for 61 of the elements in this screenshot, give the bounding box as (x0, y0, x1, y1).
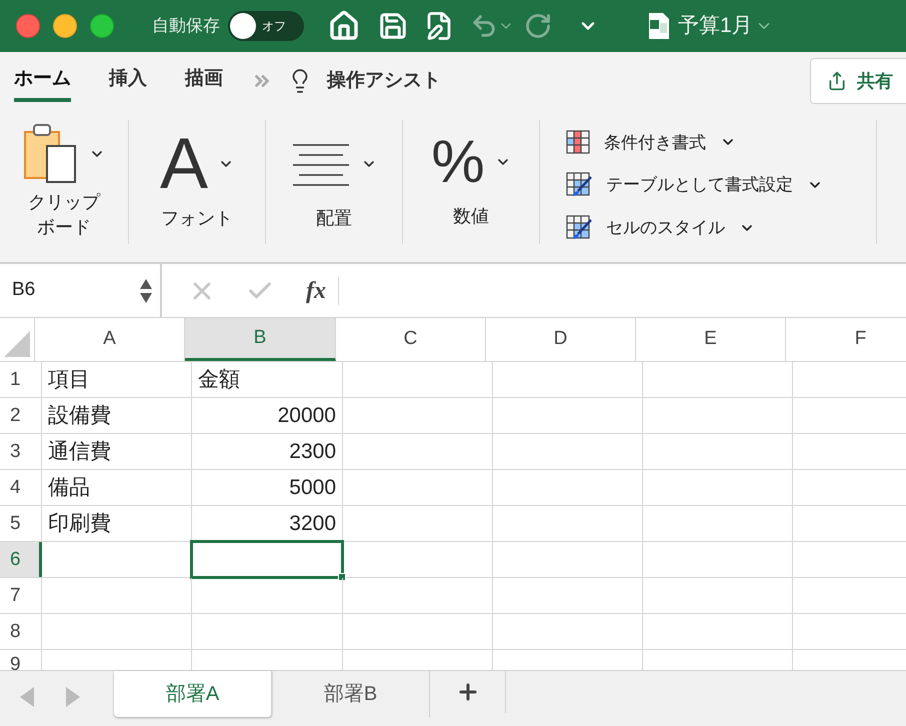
table-cell-text: 項目 (48, 366, 90, 393)
table-cell-text: 通信費 (48, 438, 111, 465)
home-icon[interactable] (328, 10, 360, 42)
share-icon (827, 71, 847, 91)
table-cell-text: 備品 (48, 474, 90, 501)
column-header[interactable]: B (185, 318, 336, 361)
previous-sheet-icon[interactable] (20, 687, 34, 707)
ribbon-group-button[interactable]: A フォント (129, 120, 265, 244)
sheet-tab[interactable]: 部署A (114, 671, 272, 717)
ribbon-group-button[interactable]: クリップボード (0, 120, 128, 244)
autosave-toggle[interactable]: オフ (228, 11, 304, 41)
ribbon-group-button[interactable]: % 数値 (403, 120, 539, 244)
share-button[interactable]: 共有 (810, 58, 906, 104)
row-header[interactable]: 7 (0, 578, 42, 613)
column-header[interactable]: C (336, 318, 486, 361)
row-header[interactable]: 3 (0, 434, 42, 469)
row-header[interactable]: 1 (0, 362, 42, 397)
ribbon-tab[interactable]: 挿入 (109, 60, 147, 102)
table-cell-text: 3200 (289, 510, 336, 537)
column-header[interactable]: F (786, 318, 906, 361)
percent-glyph-icon: % (431, 132, 485, 192)
cell-brush-icon (566, 214, 592, 241)
style-command[interactable]: セルのスタイル (566, 211, 876, 244)
ribbon-group-button[interactable]: 配置 (266, 120, 402, 244)
style-command[interactable]: 条件付き書式 (566, 126, 876, 159)
close-window-button[interactable] (16, 14, 40, 38)
row-header[interactable]: 6 (0, 542, 42, 577)
document-title: 予算1月 (678, 13, 753, 40)
minimize-window-button[interactable] (53, 14, 77, 38)
down-triangle-icon[interactable] (140, 292, 152, 302)
ribbon-tab[interactable]: 描画 (185, 60, 223, 102)
style-command[interactable]: テーブルとして書式設定 (566, 168, 876, 202)
next-sheet-icon[interactable] (66, 687, 80, 707)
table-cell-text: 設備費 (48, 402, 111, 429)
align-center-icon (291, 141, 351, 187)
row-header[interactable]: 4 (0, 470, 42, 505)
table-cell-text: 印刷費 (48, 510, 111, 537)
up-triangle-icon[interactable] (140, 278, 152, 288)
table-cell-text: 金額 (198, 366, 240, 393)
table-cell-text: 5000 (289, 474, 336, 501)
row-header[interactable]: 5 (0, 506, 42, 541)
insert-function-button[interactable]: fx (306, 272, 326, 308)
column-header[interactable]: E (636, 318, 786, 361)
table-brush-icon (566, 172, 592, 198)
row-header[interactable]: 2 (0, 398, 42, 433)
column-header[interactable]: D (486, 318, 636, 361)
tell-me-search[interactable]: 操作アシスト (327, 66, 441, 96)
ribbon-tab[interactable]: ホーム (14, 60, 71, 102)
active-cell-cursor[interactable] (190, 540, 344, 579)
font-glyph-icon: A (160, 128, 208, 200)
sheet-tab[interactable]: 部署B (272, 671, 430, 717)
row-header[interactable]: 8 (0, 614, 42, 649)
zoom-window-button[interactable] (90, 14, 114, 38)
redo-icon[interactable] (524, 12, 552, 40)
conditional-format-icon (566, 130, 590, 154)
clipboard-icon (23, 122, 79, 186)
save-icon[interactable] (378, 11, 408, 41)
table-cell-text: 2300 (289, 438, 336, 465)
table-cell-text: 20000 (278, 402, 336, 429)
excel-document-icon (648, 12, 670, 40)
autosave-label: 自動保存 (152, 15, 220, 38)
